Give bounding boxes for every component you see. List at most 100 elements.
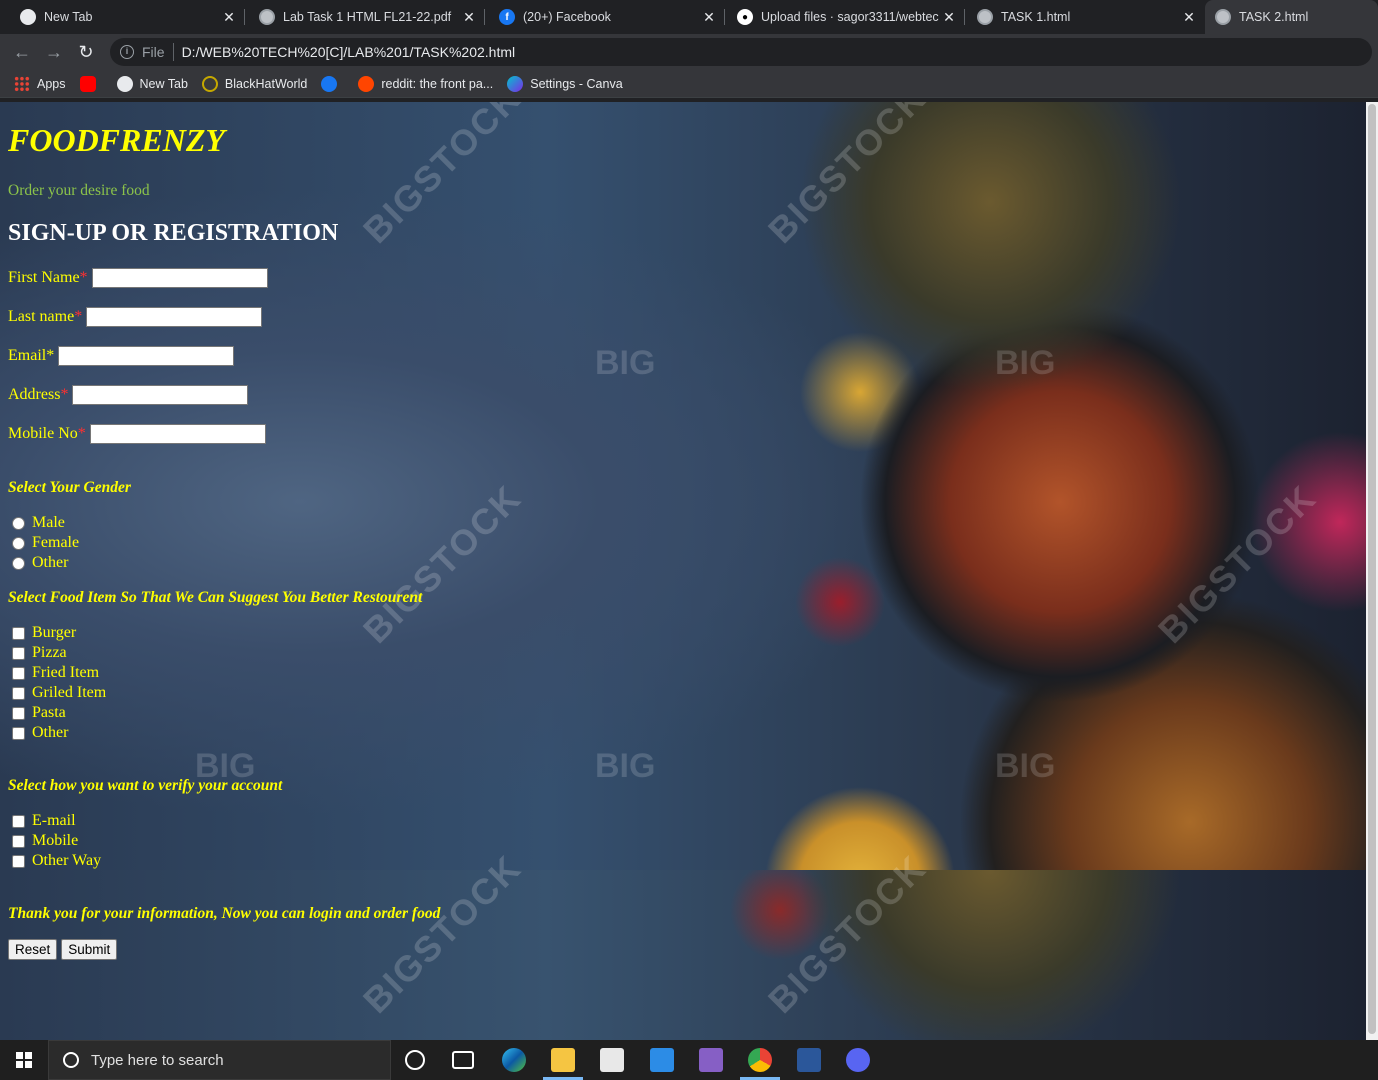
- checkbox[interactable]: [12, 726, 25, 740]
- bookmark-label: Settings - Canva: [530, 76, 623, 91]
- scrollbar-thumb[interactable]: [1368, 104, 1376, 1034]
- tab-github-upload[interactable]: ● Upload files · sagor3311/webtech ✕: [725, 0, 965, 34]
- option-label: E-mail: [32, 812, 76, 829]
- watermark: BIGSTOCK: [355, 476, 530, 651]
- tab-title: New Tab: [44, 10, 93, 24]
- checkbox[interactable]: [12, 834, 25, 848]
- first-name-input[interactable]: [91, 268, 268, 288]
- radio-button[interactable]: [12, 556, 25, 570]
- back-arrow-icon[interactable]: ←: [10, 40, 34, 64]
- email-row: Email *: [8, 346, 235, 366]
- option-label: Female: [32, 534, 80, 551]
- cortana-icon[interactable]: [405, 1050, 425, 1070]
- close-icon[interactable]: ✕: [699, 9, 719, 26]
- tab-new-tab[interactable]: New Tab ✕: [0, 0, 245, 34]
- close-icon[interactable]: ✕: [459, 9, 479, 26]
- food-option-fried[interactable]: Fried Item: [12, 664, 99, 682]
- address-input[interactable]: [72, 385, 249, 405]
- gender-option-male[interactable]: Male: [12, 514, 65, 532]
- submit-button[interactable]: Submit: [61, 939, 118, 960]
- tab-task2[interactable]: TASK 2.html: [1205, 0, 1378, 34]
- discord-icon[interactable]: [846, 1048, 870, 1072]
- taskbar-search[interactable]: Type here to search: [48, 1040, 391, 1080]
- bookmark-blackhatworld[interactable]: BlackHatWorld: [201, 75, 307, 92]
- close-icon[interactable]: ✕: [219, 9, 239, 26]
- gender-option-female[interactable]: Female: [12, 534, 79, 552]
- reddit-icon: [358, 75, 375, 92]
- last-name-input[interactable]: [86, 307, 263, 327]
- option-label: Griled Item: [32, 684, 107, 701]
- bookmark-youtube[interactable]: [79, 75, 103, 92]
- reload-icon[interactable]: ↻: [74, 40, 98, 64]
- tab-facebook[interactable]: f (20+) Facebook ✕: [485, 0, 725, 34]
- first-name-label: First Name: [8, 269, 80, 286]
- vertical-scrollbar[interactable]: [1366, 102, 1378, 1040]
- bookmark-facebook[interactable]: [321, 75, 344, 92]
- reset-button[interactable]: Reset: [8, 939, 58, 960]
- food-option-griled[interactable]: Griled Item: [12, 684, 106, 702]
- option-label: Pasta: [32, 704, 66, 721]
- forward-arrow-icon[interactable]: →: [42, 40, 66, 64]
- watermark: BIG: [995, 747, 1056, 785]
- url-text[interactable]: D:/WEB%20TECH%20[C]/LAB%201/TASK%202.htm…: [182, 44, 516, 60]
- mail-icon[interactable]: [650, 1048, 674, 1072]
- checkbox[interactable]: [12, 706, 25, 720]
- checkbox[interactable]: [12, 666, 25, 680]
- checkbox[interactable]: [12, 646, 25, 660]
- github-icon: ●: [737, 9, 753, 25]
- checkbox[interactable]: [12, 626, 25, 640]
- browser-toolbar: ← → ↻ i File D:/WEB%20TECH%20[C]/LAB%201…: [0, 34, 1378, 70]
- checkbox[interactable]: [12, 854, 25, 868]
- tab-strip: New Tab ✕ Lab Task 1 HTML FL21-22.pdf ✕ …: [0, 0, 1378, 34]
- checkbox[interactable]: [12, 814, 25, 828]
- info-icon[interactable]: i: [120, 45, 134, 59]
- option-label: Other: [32, 554, 69, 571]
- bookmark-label: reddit: the front pa...: [381, 76, 494, 91]
- verify-option-mobile[interactable]: Mobile: [12, 832, 78, 850]
- mobile-input[interactable]: [89, 424, 266, 444]
- bookmark-reddit[interactable]: reddit: the front pa...: [358, 75, 494, 92]
- windows-icon: [16, 1052, 32, 1068]
- verify-option-email[interactable]: E-mail: [12, 812, 76, 830]
- watermark: BIGSTOCK: [760, 102, 935, 251]
- bookmark-canva[interactable]: Settings - Canva: [507, 75, 623, 92]
- first-name-row: First Name *: [8, 268, 268, 288]
- task-view-icon[interactable]: [452, 1051, 474, 1069]
- watermark: BIGSTOCK: [1150, 476, 1325, 651]
- food-option-burger[interactable]: Burger: [12, 624, 76, 642]
- food-option-pasta[interactable]: Pasta: [12, 704, 66, 722]
- facebook-icon: [321, 75, 338, 92]
- globe-icon: [116, 75, 133, 92]
- start-button[interactable]: [0, 1040, 48, 1080]
- tab-title: TASK 1.html: [1001, 10, 1071, 24]
- close-icon[interactable]: ✕: [1179, 9, 1199, 26]
- tab-title: TASK 2.html: [1239, 10, 1309, 24]
- tab-lab-task-pdf[interactable]: Lab Task 1 HTML FL21-22.pdf ✕: [245, 0, 485, 34]
- close-icon[interactable]: ✕: [939, 9, 959, 26]
- edge-icon[interactable]: [502, 1048, 526, 1072]
- visual-studio-icon[interactable]: [699, 1048, 723, 1072]
- option-label: Other Way: [32, 852, 102, 869]
- apps-icon: [14, 75, 30, 92]
- radio-button[interactable]: [12, 516, 25, 530]
- food-option-other[interactable]: Other: [12, 724, 68, 742]
- required-mark: *: [46, 347, 55, 364]
- word-icon[interactable]: [797, 1048, 821, 1072]
- file-explorer-icon[interactable]: [551, 1048, 575, 1072]
- email-input[interactable]: [58, 346, 235, 366]
- food-option-pizza[interactable]: Pizza: [12, 644, 67, 662]
- chrome-icon[interactable]: [748, 1048, 772, 1072]
- address-bar[interactable]: i File D:/WEB%20TECH%20[C]/LAB%201/TASK%…: [110, 38, 1372, 66]
- bookmark-apps[interactable]: Apps: [14, 75, 66, 92]
- bookmark-new-tab[interactable]: New Tab: [116, 75, 188, 92]
- verify-option-other[interactable]: Other Way: [12, 852, 101, 870]
- blackhatworld-icon: [201, 75, 218, 92]
- radio-button[interactable]: [12, 536, 25, 550]
- store-icon[interactable]: [600, 1048, 624, 1072]
- gender-option-other[interactable]: Other: [12, 554, 68, 572]
- checkbox[interactable]: [12, 686, 25, 700]
- tab-task1[interactable]: TASK 1.html ✕: [965, 0, 1205, 34]
- verify-section-title: Select how you want to verify your accou…: [8, 777, 283, 794]
- tab-title: (20+) Facebook: [523, 10, 611, 24]
- chrome-icon: [20, 9, 36, 25]
